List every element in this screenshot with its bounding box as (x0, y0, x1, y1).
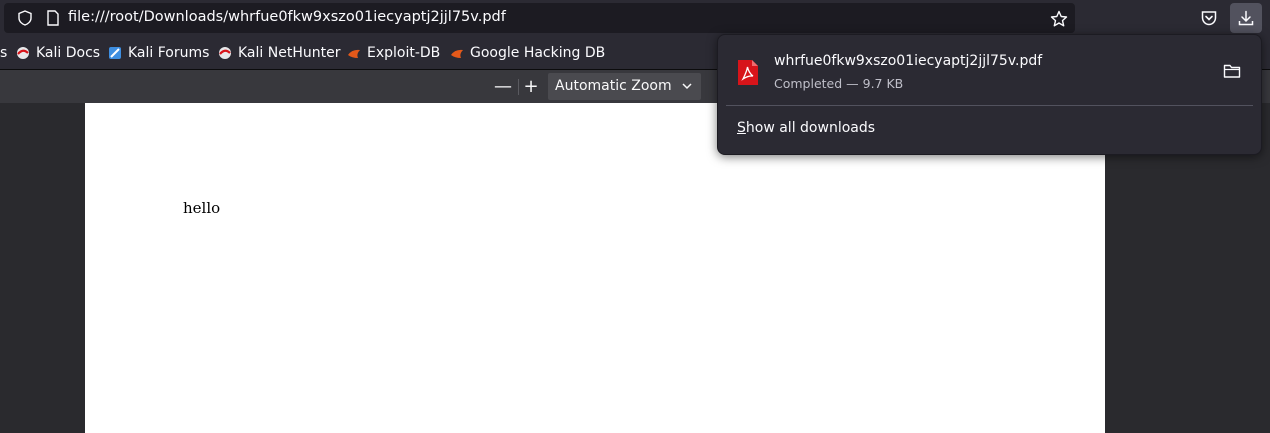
navigation-bar: file:///root/Downloads/whrfue0fkw9xszo01… (0, 0, 1270, 36)
pdf-file-icon (738, 60, 758, 85)
show-all-downloads-button[interactable]: Show all downloads (737, 120, 875, 136)
zoom-value: Automatic Zoom (555, 78, 672, 94)
bookmark-kali-nethunter[interactable]: Kali NetHunter (218, 44, 340, 62)
downloads-button[interactable] (1230, 3, 1262, 33)
toolbar-separator (518, 79, 519, 95)
bookmark-label: Kali NetHunter (238, 45, 341, 61)
zoom-in-button[interactable]: + (520, 76, 542, 98)
zoom-select[interactable]: Automatic Zoom (548, 73, 701, 100)
bookmark-kali-docs[interactable]: Kali Docs (16, 44, 100, 62)
bookmark-google-hacking-db[interactable]: Google Hacking DB (450, 44, 605, 62)
bookmark-label: Google Hacking DB (470, 45, 606, 61)
kali-icon (17, 47, 29, 59)
star-icon[interactable] (1050, 10, 1068, 28)
bookmark-item[interactable]: s (0, 44, 7, 62)
show-all-label: how all downloads (745, 120, 876, 136)
folder-icon[interactable] (1223, 63, 1241, 79)
bookmark-kali-forums[interactable]: Kali Forums (108, 44, 209, 62)
pocket-icon[interactable] (1200, 9, 1218, 27)
page-icon (47, 10, 59, 26)
accesskey-letter: S (737, 120, 746, 136)
chevron-down-icon (682, 83, 692, 90)
shield-icon[interactable] (17, 10, 33, 26)
download-status: Completed — 9.7 KB (774, 76, 904, 91)
page-text: hello (183, 199, 221, 217)
bookmark-label: s (0, 45, 8, 61)
kali-icon (219, 47, 231, 59)
bookmark-label: Kali Docs (36, 45, 101, 61)
kali-forums-icon (109, 47, 121, 59)
panel-divider (726, 105, 1253, 106)
downloads-icon (1238, 10, 1254, 26)
url-text[interactable]: file:///root/Downloads/whrfue0fkw9xszo01… (68, 9, 506, 25)
download-file-name: whrfue0fkw9xszo01iecyaptj2jjl75v.pdf (774, 53, 1043, 69)
bookmark-label: Exploit-DB (367, 45, 441, 61)
download-item[interactable]: whrfue0fkw9xszo01iecyaptj2jjl75v.pdf Com… (726, 43, 1253, 101)
url-field[interactable]: file:///root/Downloads/whrfue0fkw9xszo01… (4, 3, 1075, 33)
exploit-db-icon (348, 49, 360, 58)
zoom-out-button[interactable]: — (492, 76, 514, 98)
bookmark-exploit-db[interactable]: Exploit-DB (347, 44, 440, 62)
bookmark-label: Kali Forums (128, 45, 210, 61)
downloads-panel: whrfue0fkw9xszo01iecyaptj2jjl75v.pdf Com… (717, 34, 1262, 155)
exploit-db-icon (451, 49, 463, 58)
